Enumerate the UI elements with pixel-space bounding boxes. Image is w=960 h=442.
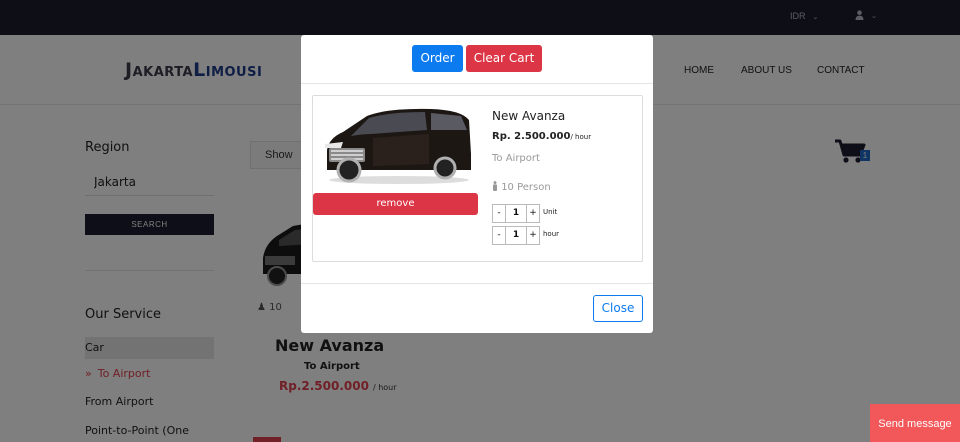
hour-label: hour xyxy=(543,230,560,238)
hour-quantity-value[interactable]: 1 xyxy=(506,227,527,244)
car-image xyxy=(325,108,471,184)
unit-increment-button[interactable]: + xyxy=(527,205,539,222)
unit-decrement-button[interactable]: - xyxy=(493,205,506,222)
modal-footer-divider xyxy=(301,283,653,284)
item-person-count: 10 Person xyxy=(492,181,551,193)
remove-item-button[interactable]: remove xyxy=(313,193,478,215)
hour-increment-button[interactable]: + xyxy=(527,227,539,244)
item-name: New Avanza xyxy=(492,109,566,123)
unit-quantity-value[interactable]: 1 xyxy=(506,205,527,222)
cart-modal: Order Clear Cart remove New Avanza Rp. 2… xyxy=(301,35,653,333)
hour-quantity-stepper: - 1 + xyxy=(492,226,540,245)
item-person-label: 10 Person xyxy=(501,182,551,193)
item-price: Rp. 2.500.000/ hour xyxy=(492,131,591,142)
item-price-value: Rp. 2.500.000 xyxy=(492,131,571,142)
unit-label: Unit xyxy=(543,208,558,216)
cart-item-card: remove New Avanza Rp. 2.500.000/ hour To… xyxy=(312,95,643,262)
modal-header: Order Clear Cart xyxy=(301,35,653,84)
hour-decrement-button[interactable]: - xyxy=(493,227,506,244)
unit-quantity-stepper: - 1 + xyxy=(492,204,540,223)
send-message-button[interactable]: Send message xyxy=(870,404,960,442)
item-price-unit: / hour xyxy=(570,133,592,141)
item-service: To Airport xyxy=(492,153,540,164)
order-button[interactable]: Order xyxy=(412,45,463,72)
person-icon xyxy=(493,181,497,191)
clear-cart-button[interactable]: Clear Cart xyxy=(466,45,542,72)
close-button[interactable]: Close xyxy=(593,295,643,322)
